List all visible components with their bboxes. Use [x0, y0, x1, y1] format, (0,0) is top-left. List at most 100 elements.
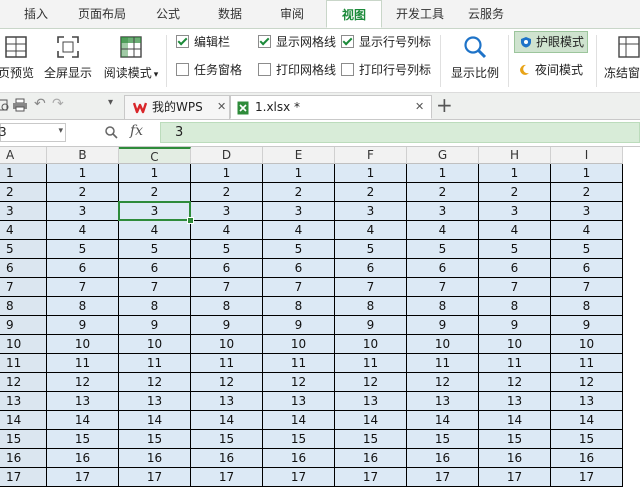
cell-A15[interactable]: 15 [0, 430, 47, 449]
cell-E12[interactable]: 12 [263, 373, 335, 392]
cell-I1[interactable]: 1 [551, 164, 623, 183]
cell-G6[interactable]: 6 [407, 259, 479, 278]
cell-D11[interactable]: 11 [191, 354, 263, 373]
cell-G14[interactable]: 14 [407, 411, 479, 430]
cell-H3[interactable]: 3 [479, 202, 551, 221]
cell-E10[interactable]: 10 [263, 335, 335, 354]
cell-E17[interactable]: 17 [263, 468, 335, 487]
cell-C6[interactable]: 6 [119, 259, 191, 278]
cell-C1[interactable]: 1 [119, 164, 191, 183]
formula-input[interactable]: 3 [160, 122, 640, 143]
cell-E5[interactable]: 5 [263, 240, 335, 259]
cell-H9[interactable]: 9 [479, 316, 551, 335]
cell-B6[interactable]: 6 [47, 259, 119, 278]
cell-I14[interactable]: 14 [551, 411, 623, 430]
redo-icon[interactable]: ↷ [52, 96, 64, 112]
cell-B1[interactable]: 1 [47, 164, 119, 183]
cell-E4[interactable]: 4 [263, 221, 335, 240]
cell-C17[interactable]: 17 [119, 468, 191, 487]
checkbox-icon[interactable] [341, 63, 354, 76]
cell-A1[interactable]: 1 [0, 164, 47, 183]
fill-handle[interactable] [187, 217, 194, 224]
cell-I9[interactable]: 9 [551, 316, 623, 335]
cell-C10[interactable]: 10 [119, 335, 191, 354]
show-gridlines-checkbox[interactable]: 显示网格线 [258, 33, 336, 51]
cell-G11[interactable]: 11 [407, 354, 479, 373]
cell-G10[interactable]: 10 [407, 335, 479, 354]
spreadsheet-grid[interactable]: ABCDEFGHI1111111112222222223333333334444… [0, 147, 640, 487]
cell-H12[interactable]: 12 [479, 373, 551, 392]
cell-B4[interactable]: 4 [47, 221, 119, 240]
cell-F14[interactable]: 14 [335, 411, 407, 430]
cell-D3[interactable]: 3 [191, 202, 263, 221]
cell-G12[interactable]: 12 [407, 373, 479, 392]
cell-I15[interactable]: 15 [551, 430, 623, 449]
cell-G7[interactable]: 7 [407, 278, 479, 297]
cell-H14[interactable]: 14 [479, 411, 551, 430]
cell-A4[interactable]: 4 [0, 221, 47, 240]
cell-H1[interactable]: 1 [479, 164, 551, 183]
cell-E3[interactable]: 3 [263, 202, 335, 221]
cell-I11[interactable]: 11 [551, 354, 623, 373]
cell-A14[interactable]: 14 [0, 411, 47, 430]
cell-E16[interactable]: 16 [263, 449, 335, 468]
task-pane-checkbox[interactable]: 任务窗格 [176, 61, 242, 79]
chevron-down-icon[interactable]: ▾ [154, 70, 159, 80]
cell-E13[interactable]: 13 [263, 392, 335, 411]
cell-C3[interactable]: 3 [119, 202, 191, 221]
cell-D17[interactable]: 17 [191, 468, 263, 487]
cell-H11[interactable]: 11 [479, 354, 551, 373]
column-header-I[interactable]: I [551, 147, 623, 164]
column-header-B[interactable]: B [47, 147, 119, 164]
cell-B17[interactable]: 17 [47, 468, 119, 487]
cell-D7[interactable]: 7 [191, 278, 263, 297]
cell-A6[interactable]: 6 [0, 259, 47, 278]
cell-E14[interactable]: 14 [263, 411, 335, 430]
checkbox-icon[interactable] [258, 63, 271, 76]
cell-I7[interactable]: 7 [551, 278, 623, 297]
zoom-lookup-icon[interactable] [104, 125, 118, 139]
name-box[interactable]: 3 ▾ [0, 123, 66, 142]
cell-B5[interactable]: 5 [47, 240, 119, 259]
cell-D1[interactable]: 1 [191, 164, 263, 183]
cell-H4[interactable]: 4 [479, 221, 551, 240]
cell-F13[interactable]: 13 [335, 392, 407, 411]
cell-B2[interactable]: 2 [47, 183, 119, 202]
cell-F15[interactable]: 15 [335, 430, 407, 449]
cell-B8[interactable]: 8 [47, 297, 119, 316]
cell-B14[interactable]: 14 [47, 411, 119, 430]
cell-H17[interactable]: 17 [479, 468, 551, 487]
freeze-panes-button[interactable]: 冻结窗 [602, 31, 640, 89]
cell-A11[interactable]: 11 [0, 354, 47, 373]
cell-E15[interactable]: 15 [263, 430, 335, 449]
check-icon[interactable] [341, 35, 354, 48]
cell-C14[interactable]: 14 [119, 411, 191, 430]
cell-B16[interactable]: 16 [47, 449, 119, 468]
cell-G2[interactable]: 2 [407, 183, 479, 202]
cell-H7[interactable]: 7 [479, 278, 551, 297]
cell-A3[interactable]: 3 [0, 202, 47, 221]
print-preview-icon[interactable] [0, 98, 10, 112]
cell-E7[interactable]: 7 [263, 278, 335, 297]
cell-C9[interactable]: 9 [119, 316, 191, 335]
cell-E8[interactable]: 8 [263, 297, 335, 316]
edit-bar-checkbox[interactable]: 编辑栏 [176, 33, 230, 51]
cell-A5[interactable]: 5 [0, 240, 47, 259]
cell-D6[interactable]: 6 [191, 259, 263, 278]
menu-tab-insert[interactable]: 插入 [8, 0, 64, 28]
cell-G16[interactable]: 16 [407, 449, 479, 468]
cell-H8[interactable]: 8 [479, 297, 551, 316]
cell-H2[interactable]: 2 [479, 183, 551, 202]
cell-F16[interactable]: 16 [335, 449, 407, 468]
cell-C15[interactable]: 15 [119, 430, 191, 449]
check-icon[interactable] [258, 35, 271, 48]
cell-A2[interactable]: 2 [0, 183, 47, 202]
eye-protection-button[interactable]: 护眼模式 [514, 31, 588, 53]
cell-I8[interactable]: 8 [551, 297, 623, 316]
cell-D13[interactable]: 13 [191, 392, 263, 411]
zoom-button[interactable]: 显示比例 [446, 31, 504, 89]
cell-A9[interactable]: 9 [0, 316, 47, 335]
cell-I17[interactable]: 17 [551, 468, 623, 487]
cell-D9[interactable]: 9 [191, 316, 263, 335]
column-header-F[interactable]: F [335, 147, 407, 164]
